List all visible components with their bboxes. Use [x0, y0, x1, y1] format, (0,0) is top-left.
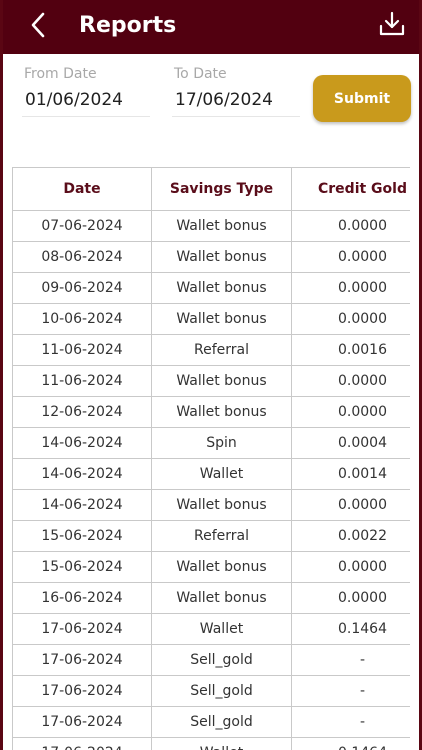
table-row: 17-06-2024Wallet0.1464 [12, 613, 410, 645]
table-row: 15-06-2024 Referral 0.0022 [12, 520, 410, 552]
cell-date: 08-06-2024 [12, 241, 152, 273]
table-body: 07-06-2024 Wallet bonus 0.0000 08-06-2024 Wa… [12, 210, 410, 750]
cell-credit-gold: 0.0000 [291, 210, 410, 242]
reports-screen: Reports From Date 01/06/2024 To Date 17/… [0, 0, 422, 750]
to-date-value[interactable]: 17/06/2024 [175, 90, 273, 110]
cell-date: 14-06-2024 [12, 458, 152, 490]
cell-credit-gold: 0.0000 [291, 551, 410, 583]
table-row: 11-06-2024 Wallet bonus 0.0000 [12, 365, 410, 397]
cell-savings-type: Wallet bonus [151, 210, 292, 242]
cell-date: 16-06-2024 [12, 582, 152, 614]
table-row: 17-06-2024 Sell_gold - [12, 706, 410, 738]
cell-date: 09-06-2024 [12, 272, 152, 304]
cell-date: 17-06-2024 [12, 706, 152, 738]
from-date-label: From Date [24, 66, 97, 82]
cell-date: 12-06-2024 [12, 396, 152, 428]
cell-date: 07-06-2024 [12, 210, 152, 242]
to-date-field[interactable]: To Date 17/06/2024 [172, 62, 300, 117]
download-icon [379, 11, 405, 41]
cell-credit-gold: 0.0000 [291, 582, 410, 614]
cell-savings-type: Wallet bonus [151, 396, 292, 428]
from-date-field[interactable]: From Date 01/06/2024 [22, 62, 150, 117]
table-row: 10-06-2024 Wallet bonus 0.0000 [12, 303, 410, 335]
cell-savings-type: Sell_gold [151, 706, 292, 738]
table-row: 17-06-2024 Sell_gold - [12, 675, 410, 707]
cell-savings-type: Wallet bonus [151, 272, 292, 304]
cell-savings-type: Wallet [151, 458, 292, 490]
submit-button[interactable]: Submit [313, 75, 411, 122]
cell-credit-gold: 0.0000 [291, 396, 410, 428]
app-header: Reports [0, 0, 422, 54]
table-row: 11-06-2024 Referral 0.0016 [12, 334, 410, 366]
cell-date: 10-06-2024 [12, 303, 152, 335]
table-row: 17-06-2024 Sell_gold - [12, 644, 410, 676]
table-header-row: Date Savings Type Credit Gold [12, 167, 410, 211]
cell-credit-gold: 0.0016 [291, 334, 410, 366]
cell-savings-type: Sell_gold [151, 644, 292, 676]
cell-date: 11-06-2024 [12, 365, 152, 397]
cell-savings-type: Wallet bonus [151, 303, 292, 335]
column-header-date: Date [12, 167, 152, 211]
cell-savings-type: Wallet bonus [151, 365, 292, 397]
chevron-left-icon [30, 12, 46, 42]
table-row: 07-06-2024 Wallet bonus 0.0000 [12, 210, 410, 242]
cell-date: 15-06-2024 [12, 551, 152, 583]
cell-credit-gold: 0.0000 [291, 241, 410, 273]
cell-date: 17-06-2024 [12, 644, 152, 676]
cell-savings-type: Spin [151, 427, 292, 459]
cell-credit-gold: 0.0014 [291, 458, 410, 490]
cell-date: 17-06-2024 [12, 675, 152, 707]
table-row: 09-06-2024 Wallet bonus 0.0000 [12, 272, 410, 304]
cell-credit-gold: 0.0022 [291, 520, 410, 552]
reports-table-container[interactable]: Date Savings Type Credit Gold 07-06-2024… [12, 167, 410, 750]
cell-credit-gold: 0.1464 [291, 737, 410, 750]
cell-date: 14-06-2024 [12, 489, 152, 521]
back-button[interactable] [22, 11, 54, 43]
from-date-value[interactable]: 01/06/2024 [25, 90, 123, 110]
cell-credit-gold: 0.0004 [291, 427, 410, 459]
cell-date: 15-06-2024 [12, 520, 152, 552]
table-row: 16-06-2024 Wallet bonus 0.0000 [12, 582, 410, 614]
cell-date: 17-06-2024 [12, 613, 152, 645]
cell-savings-type: Wallet [151, 737, 292, 750]
column-header-savings-type: Savings Type [151, 167, 292, 211]
cell-credit-gold: - [291, 675, 410, 707]
cell-credit-gold: 0.0000 [291, 272, 410, 304]
table-row: 14-06-2024 Wallet bonus 0.0000 [12, 489, 410, 521]
cell-date: 14-06-2024 [12, 427, 152, 459]
cell-savings-type: Wallet bonus [151, 582, 292, 614]
cell-savings-type: Wallet bonus [151, 489, 292, 521]
cell-savings-type: Wallet [151, 613, 292, 645]
cell-credit-gold: - [291, 706, 410, 738]
table-row: 08-06-2024 Wallet bonus 0.0000 [12, 241, 410, 273]
cell-credit-gold: 0.0000 [291, 489, 410, 521]
cell-savings-type: Referral [151, 334, 292, 366]
table-row: 14-06-2024 Wallet 0.0014 [12, 458, 410, 490]
cell-credit-gold: 0.0000 [291, 303, 410, 335]
cell-savings-type: Wallet bonus [151, 551, 292, 583]
table-row: 15-06-2024 Wallet bonus 0.0000 [12, 551, 410, 583]
reports-table: Date Savings Type Credit Gold 07-06-2024… [12, 167, 410, 750]
cell-credit-gold: 0.0000 [291, 365, 410, 397]
table-row: 14-06-2024 Spin 0.0004 [12, 427, 410, 459]
cell-credit-gold: 0.1464 [291, 613, 410, 645]
page-title: Reports [79, 13, 177, 38]
to-date-label: To Date [174, 66, 227, 82]
table-row: 17-06-2024Wallet0.1464 [12, 737, 410, 750]
left-border [0, 0, 3, 750]
cell-date: 11-06-2024 [12, 334, 152, 366]
cell-credit-gold: - [291, 644, 410, 676]
cell-date: 17-06-2024 [12, 737, 152, 750]
table-row: 12-06-2024 Wallet bonus 0.0000 [12, 396, 410, 428]
cell-savings-type: Wallet bonus [151, 241, 292, 273]
cell-savings-type: Sell_gold [151, 675, 292, 707]
download-button[interactable] [376, 10, 408, 42]
cell-savings-type: Referral [151, 520, 292, 552]
column-header-credit-gold: Credit Gold [291, 167, 410, 211]
